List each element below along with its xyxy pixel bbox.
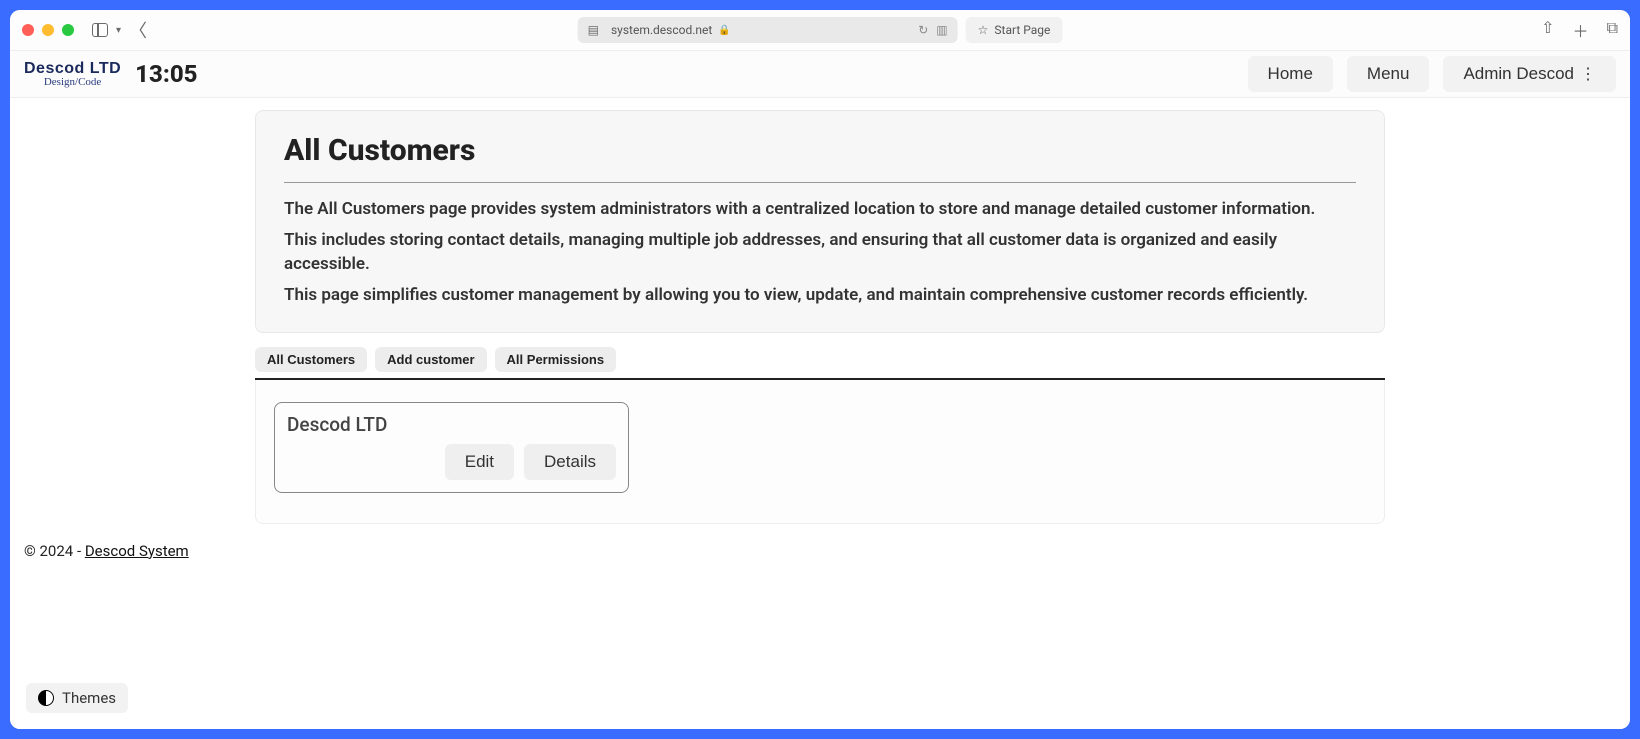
browser-window: ▾ 〈 ▤ system.descod.net 🔒 ↻ ▥ ☆ Start Pa… <box>10 10 1630 729</box>
page-description-card: All Customers The All Customers page pro… <box>255 110 1385 333</box>
themes-button[interactable]: Themes <box>26 683 128 713</box>
tabs-overview-icon[interactable]: ⧉ <box>1607 18 1618 42</box>
desc-line-2: This includes storing contact details, m… <box>284 228 1356 277</box>
back-button[interactable]: 〈 <box>129 17 147 43</box>
start-page-label: Start Page <box>994 23 1050 37</box>
nav-menu[interactable]: Menu <box>1347 56 1430 92</box>
star-icon: ☆ <box>978 23 989 37</box>
logo-sub: Design/Code <box>24 77 121 88</box>
new-tab-icon[interactable]: ＋ <box>1573 18 1589 42</box>
card-actions: Edit Details <box>287 444 616 480</box>
customer-card: Descod LTD Edit Details <box>274 402 629 493</box>
footer-copyright: © 2024 - <box>24 542 85 560</box>
nav-admin[interactable]: Admin Descod ⋮ <box>1443 56 1616 92</box>
footer: © 2024 - Descod System <box>10 524 1630 578</box>
customer-list: Descod LTD Edit Details <box>255 380 1385 524</box>
window-minimize-button[interactable] <box>42 24 54 36</box>
nav-right: Home Menu Admin Descod ⋮ <box>1248 56 1616 92</box>
page-description: The All Customers page provides system a… <box>284 197 1356 308</box>
browser-chrome: ▾ 〈 ▤ system.descod.net 🔒 ↻ ▥ ☆ Start Pa… <box>10 10 1630 50</box>
tab-all-permissions[interactable]: All Permissions <box>495 347 617 372</box>
logo-main: Descod LTD <box>24 61 121 77</box>
sidebar-toggle-icon[interactable] <box>92 23 108 37</box>
site-settings-icon[interactable]: ▤ <box>588 23 599 37</box>
lock-icon: 🔒 <box>718 25 730 36</box>
chevron-down-icon[interactable]: ▾ <box>116 25 121 36</box>
start-page-tab[interactable]: ☆ Start Page <box>966 17 1063 43</box>
page-title: All Customers <box>284 133 1356 168</box>
customer-name: Descod LTD <box>287 413 616 436</box>
address-bar[interactable]: ▤ system.descod.net 🔒 ↻ ▥ <box>578 17 958 43</box>
reload-icon[interactable]: ↻ <box>918 23 928 37</box>
reader-icon[interactable]: ▥ <box>936 23 947 37</box>
tab-row: All Customers Add customer All Permissio… <box>255 347 1385 380</box>
kebab-icon: ⋮ <box>1580 64 1596 84</box>
tab-all-customers[interactable]: All Customers <box>255 347 367 372</box>
divider <box>284 182 1356 183</box>
app-header: Descod LTD Design/Code 13:05 Home Menu A… <box>10 50 1630 98</box>
url-text: system.descod.net <box>611 23 712 37</box>
window-close-button[interactable] <box>22 24 34 36</box>
traffic-lights <box>22 24 74 36</box>
content: All Customers The All Customers page pro… <box>10 98 1630 729</box>
clock: 13:05 <box>135 60 197 88</box>
details-button[interactable]: Details <box>524 444 616 480</box>
logo[interactable]: Descod LTD Design/Code <box>24 61 121 88</box>
nav-home[interactable]: Home <box>1248 56 1333 92</box>
desc-line-3: This page simplifies customer management… <box>284 283 1356 308</box>
theme-icon <box>38 690 54 706</box>
desc-line-1: The All Customers page provides system a… <box>284 197 1356 222</box>
tab-add-customer[interactable]: Add customer <box>375 347 486 372</box>
chrome-right-controls: ⇧ ＋ ⧉ <box>1541 18 1618 42</box>
themes-label: Themes <box>62 689 116 707</box>
window-maximize-button[interactable] <box>62 24 74 36</box>
share-icon[interactable]: ⇧ <box>1541 18 1554 42</box>
footer-link[interactable]: Descod System <box>85 542 189 560</box>
edit-button[interactable]: Edit <box>445 444 514 480</box>
nav-admin-label: Admin Descod <box>1463 64 1574 84</box>
